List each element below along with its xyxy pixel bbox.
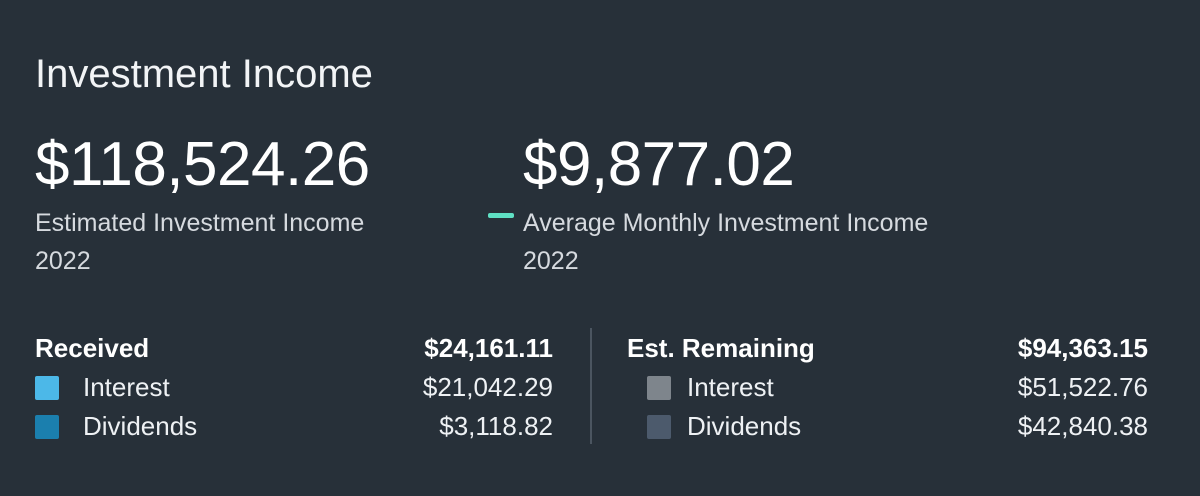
- received-dividends-label: Dividends: [83, 411, 198, 441]
- remaining-dividends-amount: $42,840.38: [1017, 411, 1148, 441]
- investment-income-card: Investment Income $118,524.26 Estimated …: [0, 0, 1200, 496]
- remaining-header-row: Est. Remaining $94,363.15: [627, 329, 1148, 368]
- remaining-label: Est. Remaining: [627, 333, 815, 363]
- average-monthly-value: $9,877.02: [523, 130, 795, 199]
- average-monthly-metric: $9,877.02 Average Monthly Investment Inc…: [523, 132, 928, 280]
- estimated-income-metric: $118,524.26 Estimated Investment Income …: [35, 132, 370, 280]
- remaining-dividends-row: Dividends $42,840.38: [627, 407, 1148, 446]
- received-dividends-swatch-icon: [35, 415, 59, 439]
- remaining-interest-amount: $51,522.76: [1017, 372, 1148, 402]
- average-monthly-label: Average Monthly Investment Income 2022: [523, 204, 928, 280]
- estimated-income-year: 2022: [35, 247, 91, 275]
- card-title: Investment Income: [35, 52, 373, 96]
- average-monthly-label-text: Average Monthly Investment Income: [523, 209, 929, 237]
- remaining-breakdown: Est. Remaining $94,363.15 Interest $51,5…: [627, 329, 1148, 446]
- remaining-dividends-swatch-icon: [647, 415, 671, 439]
- estimated-income-value: $118,524.26: [35, 130, 370, 199]
- remaining-interest-label: Interest: [687, 372, 774, 402]
- estimated-income-label: Estimated Investment Income 2022: [35, 204, 370, 280]
- received-interest-swatch-icon: [35, 376, 59, 400]
- received-breakdown: Received $24,161.11 Interest $21,042.29 …: [35, 329, 553, 446]
- received-dividends-amount: $3,118.82: [439, 411, 553, 441]
- remaining-total: $94,363.15: [1017, 333, 1148, 363]
- received-interest-row: Interest $21,042.29: [35, 368, 553, 407]
- remaining-interest-swatch-icon: [647, 376, 671, 400]
- received-label: Received: [35, 333, 150, 363]
- average-monthly-year: 2022: [523, 247, 579, 275]
- remaining-dividends-label: Dividends: [687, 411, 802, 441]
- estimated-income-label-text: Estimated Investment Income: [35, 209, 365, 237]
- received-interest-amount: $21,042.29: [422, 372, 553, 402]
- remaining-interest-row: Interest $51,522.76: [627, 368, 1148, 407]
- received-header-row: Received $24,161.11: [35, 329, 553, 368]
- received-dividends-row: Dividends $3,118.82: [35, 407, 553, 446]
- received-interest-label: Interest: [83, 372, 170, 402]
- received-total: $24,161.11: [424, 333, 553, 363]
- section-divider: [590, 328, 592, 444]
- average-legend-dash-icon: [488, 213, 514, 218]
